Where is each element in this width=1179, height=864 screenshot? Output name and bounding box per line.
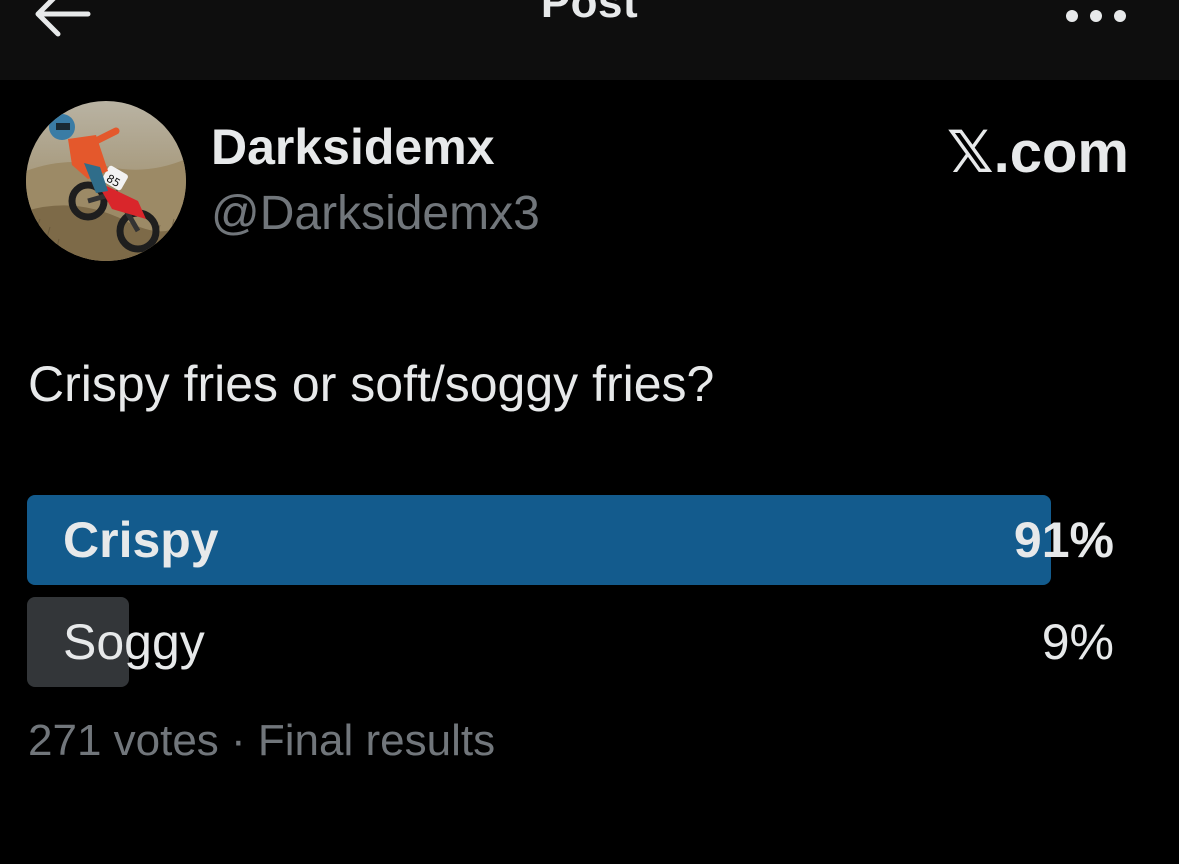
author-display-name[interactable]: Darksidemx: [211, 117, 495, 177]
poll-option-label: Crispy: [63, 512, 219, 568]
avatar[interactable]: 85: [26, 101, 186, 261]
poll-option-percent: 91%: [1013, 512, 1114, 568]
author-handle[interactable]: @Darksidemx3: [211, 185, 540, 243]
poll-option-crispy[interactable]: Crispy 91%: [27, 495, 1127, 585]
motocross-rider-avatar: 85: [26, 101, 186, 261]
x-brand-logo: 𝕏.com: [946, 120, 1129, 185]
poll-option-soggy[interactable]: Soggy 9%: [27, 597, 1127, 687]
page-title: Post: [540, 0, 639, 27]
post-text: Crispy fries or soft/soggy fries?: [28, 356, 715, 412]
poll-option-label: Soggy: [63, 614, 205, 670]
more-options-button[interactable]: [1064, 2, 1128, 30]
top-navigation-bar: Post: [0, 0, 1179, 80]
poll-option-percent: 9%: [1041, 614, 1114, 670]
poll-summary: 271 votes · Final results: [28, 716, 496, 765]
more-horizontal-icon: [1066, 10, 1126, 22]
